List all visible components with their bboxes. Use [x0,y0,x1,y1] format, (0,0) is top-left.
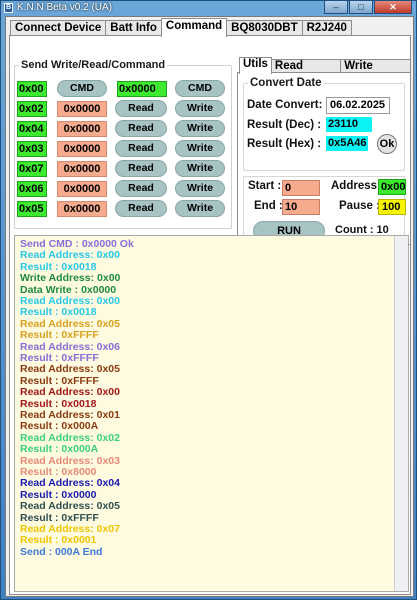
maximize-icon[interactable]: □ [349,1,373,14]
app-window: B K.N.N Beta v0.2 (UA) – □ ✕ Connect Dev… [0,0,417,600]
value-field[interactable]: 0x0000 [57,201,107,217]
read-button[interactable]: Read [115,200,167,217]
close-icon[interactable]: ✕ [374,1,412,14]
window-title: K.N.N Beta v0.2 (UA) [17,2,113,13]
log-line: Result : 0xFFFF [20,511,99,524]
log-line: Result : 0xFFFF [20,374,99,387]
write-button[interactable]: Write [175,160,225,177]
read-button[interactable]: Read [115,100,167,117]
end-input[interactable]: 10 [282,199,320,215]
log-line: Send CMD : 0x0000 Ok [20,238,134,250]
log-line: Result : 0x8000 [20,466,97,478]
convert-date-title: Convert Date [248,77,324,89]
write-button[interactable]: Write [175,120,225,137]
log-line: Read Address: 0x07 [20,523,120,535]
log-line: Write Address: 0x00 [20,272,121,285]
log-line: Result : 0xFFFF [20,352,99,364]
result-dec-label: Result (Dec) : [247,119,322,131]
main-tabs: Connect Device Batt Info Command BQ8030D… [10,18,352,37]
command-value-field[interactable]: 0x0000 [117,81,167,97]
end-label: End : [254,200,283,212]
address-field[interactable]: 0x03 [17,141,47,157]
log-line: Data Write : 0x0000 [20,283,117,296]
log-line: Read Address: 0x00 [20,295,120,307]
value-field[interactable]: 0x0000 [57,181,107,197]
write-button[interactable]: Write [175,180,225,197]
log-line: Read Address: 0x06 [20,340,120,353]
log-line: Read Address: 0x05 [20,363,120,376]
app-icon: B [4,3,13,13]
value-field[interactable]: 0x0000 [57,141,107,157]
log-line: Read Address: 0x01 [20,409,120,421]
log-line: Read Address: 0x02 [20,431,120,444]
value-field[interactable]: 0x0000 [57,161,107,177]
date-convert-input[interactable]: 06.02.2025 [326,97,390,114]
pause-label: Pause : [339,200,380,212]
address-field[interactable]: 0x00 [17,81,47,97]
address-field[interactable]: 0x04 [17,121,47,137]
log-line: Read Address: 0x05 [20,317,120,330]
command-group-title: Send Write/Read/Command [19,59,168,71]
address-field[interactable]: 0x05 [17,201,47,217]
log-line: Result : 0x0000 [20,488,97,501]
address-field[interactable]: 0x07 [17,161,47,177]
log-line: Result : 0x0018 [20,260,97,273]
result-hex-label: Result (Hex) : [247,138,322,150]
log-line: Result : 0x0001 [20,534,97,547]
result-dec-value: 23110 [326,117,372,132]
log-line: Read Address: 0x00 [20,249,120,262]
write-button[interactable]: Write [175,100,225,117]
log-line: Send : 000A End [20,545,103,558]
log-line: Result : 0x000A [20,420,99,433]
title-bar: B K.N.N Beta v0.2 (UA) – □ ✕ [1,1,416,15]
address-label: Address : [331,180,385,192]
read-button[interactable]: Read [115,180,167,197]
log-line: Result : 0x000A [20,443,99,456]
result-hex-value: 0x5A46 [326,136,368,151]
tab-utils[interactable]: Utils [239,57,272,74]
pause-input[interactable]: 100 [378,199,406,215]
log-line: Result : 0x0018 [20,306,97,319]
log-scrollbar[interactable] [394,236,408,591]
address-field[interactable]: 0x06 [17,181,47,197]
log-line: Read Address: 0x04 [20,477,120,490]
read-button[interactable]: Read [115,140,167,157]
output-log[interactable]: Send CMD : 0x0000 Ok Read Address: 0x00 Re… [14,235,409,592]
address-field[interactable]: 0x02 [17,101,47,117]
tab-command[interactable]: Command [160,18,228,37]
read-button[interactable]: Read [115,120,167,137]
cmd-button[interactable]: CMD [57,80,107,97]
utils-page: Convert Date Date Convert: 06.02.2025 Re… [237,72,411,245]
log-line: Result : 0xFFFF [20,329,99,342]
log-line: Read Address: 0x03 [20,454,120,467]
window-controls: – □ ✕ [324,1,412,14]
ok-button[interactable]: Ok [377,134,397,154]
value-field[interactable]: 0x0000 [57,121,107,137]
date-convert-label: Date Convert: [247,99,323,111]
log-line: Read Address: 0x00 [20,386,120,399]
write-button[interactable]: Write [175,140,225,157]
command-tab-page: Send Write/Read/Command 0x00 CMD 0x0000 … [9,35,411,595]
start-input[interactable]: 0 [282,180,320,196]
cmd-send-button[interactable]: CMD [175,80,225,97]
minimize-icon[interactable]: – [324,1,348,14]
read-button[interactable]: Read [115,160,167,177]
log-line: Result : 0x0018 [20,397,97,410]
start-label: Start : [248,180,282,192]
value-field[interactable]: 0x0000 [57,101,107,117]
log-line: Read Address: 0x05 [20,500,120,513]
write-button[interactable]: Write [175,200,225,217]
client-area: Connect Device Batt Info Command BQ8030D… [5,16,414,597]
address-input[interactable]: 0x00 [378,179,406,195]
